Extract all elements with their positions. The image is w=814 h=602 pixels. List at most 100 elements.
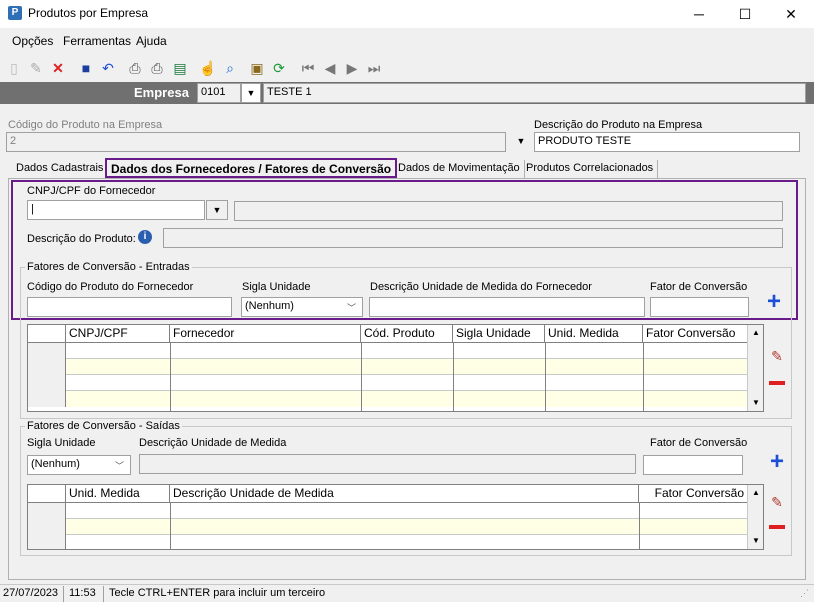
grid-corner [28,325,66,343]
refresh-icon[interactable]: ⟳ [270,59,288,77]
minimize-button[interactable]: ─ [676,0,722,28]
tab-dados-movimentacao[interactable]: Dados de Movimentação [394,160,525,178]
tab-dados-fornecedores[interactable]: Dados dos Fornecedores / Fatores de Conv… [105,158,398,178]
descricao-produto-label: Descrição do Produto na Empresa [534,119,703,131]
column-header[interactable]: CNPJ/CPF [66,325,170,343]
codigo-fornecedor-field[interactable] [27,297,232,317]
cnpj-fornecedor-field[interactable]: | [27,200,205,220]
cnpj-dropdown-icon[interactable]: ▼ [206,200,228,220]
fator-conversao-saidas-field[interactable] [643,455,743,475]
column-header[interactable]: Unid. Medida [66,485,170,503]
column-header[interactable]: Fornecedor [170,325,361,343]
last-record-icon[interactable]: ⏭ [365,59,383,77]
row-handle[interactable] [28,359,66,375]
empresa-dropdown-icon[interactable]: ▼ [241,83,261,103]
column-divider [170,503,171,549]
scroll-up-icon[interactable]: ▲ [748,485,764,501]
undo-icon[interactable]: ↶ [99,59,117,77]
row-handle[interactable] [28,535,66,549]
grid-header: Unid. Medida Descrição Unidade de Medida… [28,485,747,503]
add-saida-button[interactable]: + [767,450,787,474]
status-message: Tecle CTRL+ENTER para incluir um terceir… [109,587,326,599]
grid-header: CNPJ/CPF Fornecedor Cód. Produto Sigla U… [28,325,747,343]
table-row[interactable] [28,375,747,391]
column-header[interactable]: Cód. Produto [361,325,453,343]
fator-conversao-entradas-field[interactable] [650,297,749,317]
menu-ajuda[interactable]: Ajuda [136,34,167,48]
table-row[interactable] [28,391,747,407]
scroll-up-icon[interactable]: ▲ [748,325,764,341]
empresa-code-field[interactable]: 0101 [197,83,241,103]
column-header[interactable]: Fator Conversão [643,325,747,343]
grid-corner [28,485,66,503]
descricao-produto-field[interactable]: PRODUTO TESTE [534,132,800,152]
sigla-unidade-entradas-select[interactable]: (Nenhum) [241,297,363,317]
edit-saida-button[interactable]: ✎ [767,492,787,512]
save-icon[interactable]: ■ [77,59,95,77]
remove-saida-button[interactable] [767,517,787,537]
codigo-produto-field[interactable]: 2 [6,132,506,152]
export-icon[interactable]: ▤ [171,59,189,77]
new-icon[interactable]: ▯ [5,59,23,77]
chevron-down-icon: ﹀ [347,303,357,313]
edit-entrada-button[interactable]: ✎ [767,346,787,366]
print-preview-icon[interactable]: ⎙ [148,59,166,77]
descricao-unidade-saidas-label: Descrição Unidade de Medida [139,437,287,449]
entradas-title: Fatores de Conversão - Entradas [25,261,192,273]
column-header[interactable]: Fator Conversão [639,485,747,503]
filter-icon[interactable]: ☝ [199,59,217,77]
tab-produtos-correlacionados[interactable]: Produtos Correlacionados [522,160,659,178]
codigo-produto-dropdown-icon[interactable]: ▼ [510,132,532,152]
edit-icon[interactable]: ✎ [27,59,45,77]
app-icon: P [8,6,22,20]
maximize-button[interactable]: ☐ [722,0,768,28]
delete-icon[interactable]: ✕ [49,59,67,77]
row-handle[interactable] [28,343,66,359]
first-record-icon[interactable]: ⏮ [299,59,317,77]
properties-icon[interactable]: ▣ [248,59,266,77]
descricao-unidade-fornecedor-field[interactable] [369,297,645,317]
sigla-unidade-saidas-label: Sigla Unidade [27,437,96,449]
column-header[interactable]: Sigla Unidade [453,325,545,343]
table-row[interactable] [28,359,747,375]
resize-grip-icon[interactable]: ⋰ [800,588,809,599]
row-handle[interactable] [28,391,66,407]
next-record-icon[interactable]: ▶ [343,59,361,77]
descricao-unidade-saidas-field [139,454,636,474]
column-header[interactable]: Descrição Unidade de Medida [170,485,639,503]
remove-entrada-button[interactable] [767,373,787,393]
window-title: Produtos por Empresa [28,6,149,20]
search-icon[interactable]: ⌕ [221,59,239,77]
column-divider [170,343,171,411]
row-handle[interactable] [28,519,66,535]
print-icon[interactable]: ⎙ [126,59,144,77]
status-time: 11:53 [66,586,104,602]
row-handle[interactable] [28,375,66,391]
saidas-grid: Unid. Medida Descrição Unidade de Medida… [27,484,764,550]
saidas-scrollbar[interactable]: ▲ ▼ [747,485,763,549]
fator-conversao-saidas-label: Fator de Conversão [650,437,748,449]
table-row[interactable] [28,343,747,359]
menu-opcoes[interactable]: Opções [12,34,53,48]
chevron-down-icon: ﹀ [115,461,125,471]
previous-record-icon[interactable]: ◀ [321,59,339,77]
empresa-label: Empresa [134,85,189,100]
sigla-unidade-entradas-label: Sigla Unidade [242,281,311,293]
scroll-down-icon[interactable]: ▼ [748,395,764,411]
entradas-scrollbar[interactable]: ▲ ▼ [747,325,763,411]
fornecedor-name-field [234,201,783,221]
toolbar [0,54,814,80]
column-divider [453,343,454,411]
scroll-down-icon[interactable]: ▼ [748,533,764,549]
descricao-unidade-fornecedor-label: Descrição Unidade de Medida do Fornecedo… [370,281,592,293]
add-entrada-button[interactable]: + [764,290,784,314]
status-date: 27/07/2023 [0,586,64,602]
tab-dados-cadastrais[interactable]: Dados Cadastrais [12,160,107,178]
column-header[interactable]: Unid. Medida [545,325,643,343]
menu-ferramentas[interactable]: Ferramentas [63,34,131,48]
row-handle[interactable] [28,503,66,519]
close-button[interactable]: ✕ [768,0,814,28]
codigo-fornecedor-label: Código do Produto do Fornecedor [27,281,194,293]
info-icon[interactable]: i [138,230,152,244]
column-divider [643,343,644,411]
